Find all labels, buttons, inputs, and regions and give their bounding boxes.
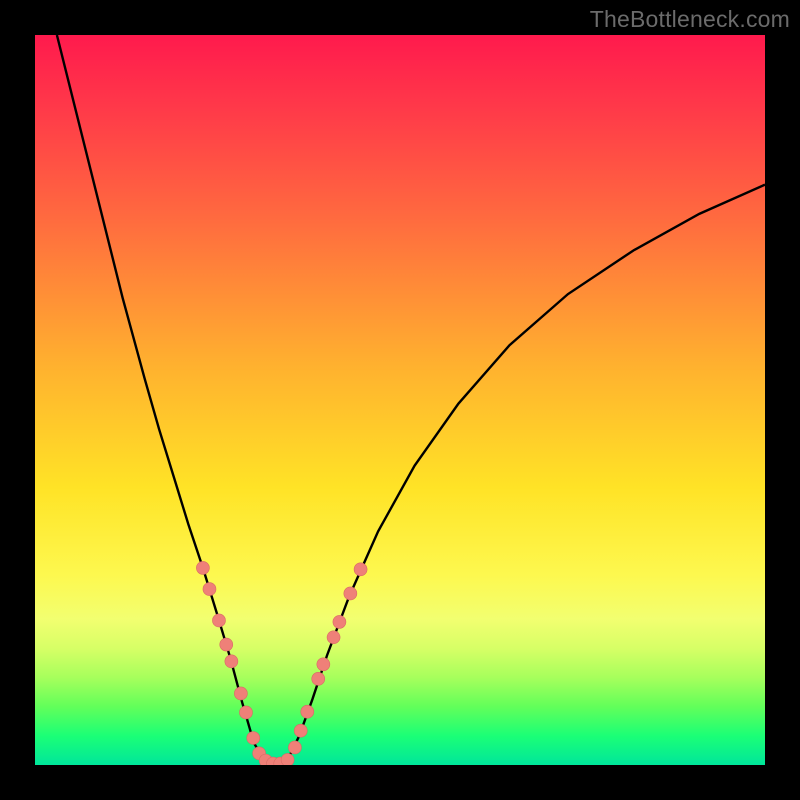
bottleneck-curve — [57, 35, 765, 763]
watermark-text: TheBottleneck.com — [590, 6, 790, 33]
data-dot — [354, 563, 367, 576]
chart-frame: TheBottleneck.com — [0, 0, 800, 800]
data-dot — [317, 658, 330, 671]
data-dot — [327, 631, 340, 644]
data-dot — [203, 583, 216, 596]
data-dots — [196, 561, 367, 765]
data-dot — [225, 655, 238, 668]
plot-area — [35, 35, 765, 765]
data-dot — [333, 615, 346, 628]
data-dot — [220, 638, 233, 651]
data-dot — [312, 672, 325, 685]
data-dot — [196, 561, 209, 574]
data-dot — [234, 687, 247, 700]
data-dot — [301, 705, 314, 718]
data-dot — [247, 731, 260, 744]
data-dot — [212, 614, 225, 627]
data-dot — [288, 741, 301, 754]
data-dot — [281, 753, 294, 765]
data-dot — [294, 724, 307, 737]
chart-svg — [35, 35, 765, 765]
data-dot — [239, 706, 252, 719]
data-dot — [344, 587, 357, 600]
